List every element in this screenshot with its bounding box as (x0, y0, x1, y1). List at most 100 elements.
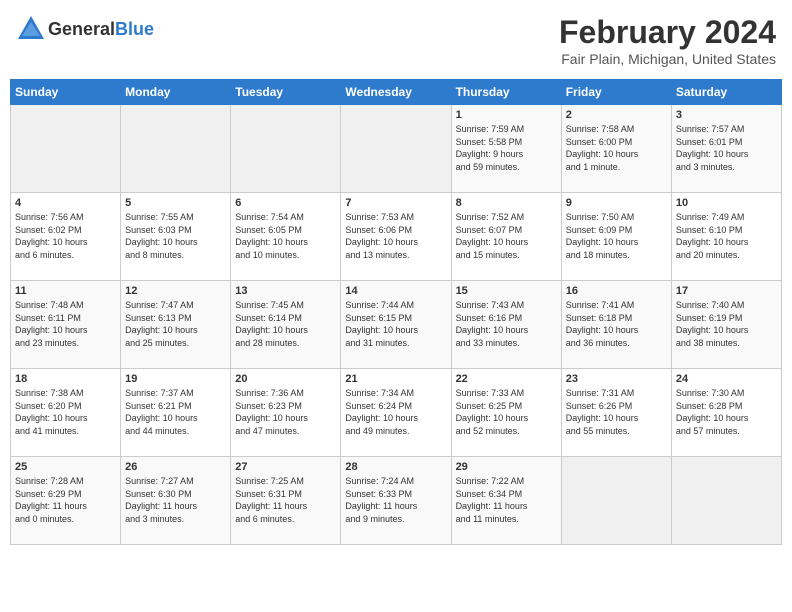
day-number: 21 (345, 373, 446, 385)
calendar-week-4: 18Sunrise: 7:38 AM Sunset: 6:20 PM Dayli… (11, 369, 782, 457)
day-number: 12 (125, 285, 226, 297)
header-cell-saturday: Saturday (671, 80, 781, 105)
day-number: 1 (456, 109, 557, 121)
calendar-cell: 4 Sunrise: 7:56 AM Sunset: 6:02 PM Daylig… (11, 193, 121, 281)
calendar-cell: 20 Sunrise: 7:36 AM Sunset: 6:23 PM Dayli… (231, 369, 341, 457)
calendar-cell: 16 Sunrise: 7:41 AM Sunset: 6:18 PM Dayli… (561, 281, 671, 369)
calendar-header: SundayMondayTuesdayWednesdayThursdayFrid… (11, 80, 782, 105)
calendar-cell: 27Sunrise: 7:25 AM Sunset: 6:31 PM Dayli… (231, 457, 341, 545)
title-block: February 2024 Fair Plain, Michigan, Unit… (559, 14, 776, 67)
day-number: 22 (456, 373, 557, 385)
day-info: Sunrise: 7:28 AM Sunset: 6:29 PM Dayligh… (15, 475, 116, 525)
day-info: Sunrise: 7:22 AM Sunset: 6:34 PM Dayligh… (456, 475, 557, 525)
day-info: Sunrise: 7:40 AM Sunset: 6:19 PM Dayligh… (676, 299, 777, 349)
day-number: 15 (456, 285, 557, 297)
calendar-cell: 29Sunrise: 7:22 AM Sunset: 6:34 PM Dayli… (451, 457, 561, 545)
calendar-cell (231, 105, 341, 193)
calendar-cell: 3 Sunrise: 7:57 AM Sunset: 6:01 PM Daylig… (671, 105, 781, 193)
day-number: 9 (566, 197, 667, 209)
calendar-cell: 7 Sunrise: 7:53 AM Sunset: 6:06 PM Daylig… (341, 193, 451, 281)
calendar-cell: 26 Sunrise: 7:27 AM Sunset: 6:30 PM Dayli… (121, 457, 231, 545)
day-number: 16 (566, 285, 667, 297)
day-number: 23 (566, 373, 667, 385)
logo-blue-text: Blue (115, 19, 154, 39)
day-number: 26 (125, 461, 226, 473)
day-info: Sunrise: 7:27 AM Sunset: 6:30 PM Dayligh… (125, 475, 226, 525)
calendar-cell: 17 Sunrise: 7:40 AM Sunset: 6:19 PM Dayli… (671, 281, 781, 369)
day-number: 11 (15, 285, 116, 297)
calendar-week-5: 25 Sunrise: 7:28 AM Sunset: 6:29 PM Dayli… (11, 457, 782, 545)
calendar-cell (121, 105, 231, 193)
month-title: February 2024 (559, 14, 776, 51)
calendar-cell: 21 Sunrise: 7:34 AM Sunset: 6:24 PM Dayli… (341, 369, 451, 457)
calendar-cell (11, 105, 121, 193)
day-number: 13 (235, 285, 336, 297)
calendar-cell: 28Sunrise: 7:24 AM Sunset: 6:33 PM Dayli… (341, 457, 451, 545)
day-info: Sunrise: 7:38 AM Sunset: 6:20 PM Dayligh… (15, 387, 116, 437)
day-number: 8 (456, 197, 557, 209)
day-info: Sunrise: 7:33 AM Sunset: 6:25 PM Dayligh… (456, 387, 557, 437)
calendar-cell: 24 Sunrise: 7:30 AM Sunset: 6:28 PM Dayli… (671, 369, 781, 457)
day-info: Sunrise: 7:44 AM Sunset: 6:15 PM Dayligh… (345, 299, 446, 349)
day-info: Sunrise: 7:50 AM Sunset: 6:09 PM Dayligh… (566, 211, 667, 261)
day-info: Sunrise: 7:41 AM Sunset: 6:18 PM Dayligh… (566, 299, 667, 349)
day-number: 6 (235, 197, 336, 209)
day-number: 20 (235, 373, 336, 385)
day-info: Sunrise: 7:34 AM Sunset: 6:24 PM Dayligh… (345, 387, 446, 437)
day-info: Sunrise: 7:43 AM Sunset: 6:16 PM Dayligh… (456, 299, 557, 349)
day-info: Sunrise: 7:53 AM Sunset: 6:06 PM Dayligh… (345, 211, 446, 261)
header-cell-friday: Friday (561, 80, 671, 105)
day-number: 5 (125, 197, 226, 209)
header-cell-wednesday: Wednesday (341, 80, 451, 105)
header-cell-monday: Monday (121, 80, 231, 105)
logo: GeneralBlue (16, 14, 154, 44)
calendar-cell: 22 Sunrise: 7:33 AM Sunset: 6:25 PM Dayli… (451, 369, 561, 457)
calendar-cell: 25 Sunrise: 7:28 AM Sunset: 6:29 PM Dayli… (11, 457, 121, 545)
day-info: Sunrise: 7:56 AM Sunset: 6:02 PM Dayligh… (15, 211, 116, 261)
day-info: Sunrise: 7:47 AM Sunset: 6:13 PM Dayligh… (125, 299, 226, 349)
page-header: GeneralBlue February 2024 Fair Plain, Mi… (10, 10, 782, 71)
calendar-cell: 14 Sunrise: 7:44 AM Sunset: 6:15 PM Dayli… (341, 281, 451, 369)
header-cell-thursday: Thursday (451, 80, 561, 105)
day-info: Sunrise: 7:31 AM Sunset: 6:26 PM Dayligh… (566, 387, 667, 437)
day-number: 24 (676, 373, 777, 385)
logo-general-text: General (48, 19, 115, 39)
calendar-cell: 6Sunrise: 7:54 AM Sunset: 6:05 PM Daylig… (231, 193, 341, 281)
day-number: 17 (676, 285, 777, 297)
calendar-cell: 10 Sunrise: 7:49 AM Sunset: 6:10 PM Dayli… (671, 193, 781, 281)
calendar-week-2: 4 Sunrise: 7:56 AM Sunset: 6:02 PM Daylig… (11, 193, 782, 281)
day-number: 14 (345, 285, 446, 297)
calendar-cell (561, 457, 671, 545)
day-number: 28 (345, 461, 446, 473)
calendar-cell (671, 457, 781, 545)
calendar-week-3: 11 Sunrise: 7:48 AM Sunset: 6:11 PM Dayli… (11, 281, 782, 369)
calendar-cell: 19Sunrise: 7:37 AM Sunset: 6:21 PM Dayli… (121, 369, 231, 457)
calendar-cell: 8 Sunrise: 7:52 AM Sunset: 6:07 PM Daylig… (451, 193, 561, 281)
day-info: Sunrise: 7:57 AM Sunset: 6:01 PM Dayligh… (676, 123, 777, 173)
location-title: Fair Plain, Michigan, United States (559, 51, 776, 67)
day-info: Sunrise: 7:45 AM Sunset: 6:14 PM Dayligh… (235, 299, 336, 349)
logo-icon (16, 14, 46, 44)
day-info: Sunrise: 7:30 AM Sunset: 6:28 PM Dayligh… (676, 387, 777, 437)
day-info: Sunrise: 7:49 AM Sunset: 6:10 PM Dayligh… (676, 211, 777, 261)
calendar-cell: 11 Sunrise: 7:48 AM Sunset: 6:11 PM Dayli… (11, 281, 121, 369)
day-info: Sunrise: 7:37 AM Sunset: 6:21 PM Dayligh… (125, 387, 226, 437)
calendar-week-1: 1Sunrise: 7:59 AM Sunset: 5:58 PM Daylig… (11, 105, 782, 193)
day-info: Sunrise: 7:36 AM Sunset: 6:23 PM Dayligh… (235, 387, 336, 437)
calendar-cell: 9 Sunrise: 7:50 AM Sunset: 6:09 PM Daylig… (561, 193, 671, 281)
calendar-cell: 15 Sunrise: 7:43 AM Sunset: 6:16 PM Dayli… (451, 281, 561, 369)
day-info: Sunrise: 7:52 AM Sunset: 6:07 PM Dayligh… (456, 211, 557, 261)
day-info: Sunrise: 7:25 AM Sunset: 6:31 PM Dayligh… (235, 475, 336, 525)
calendar-cell (341, 105, 451, 193)
day-number: 3 (676, 109, 777, 121)
day-number: 10 (676, 197, 777, 209)
day-number: 4 (15, 197, 116, 209)
calendar-cell: 23 Sunrise: 7:31 AM Sunset: 6:26 PM Dayli… (561, 369, 671, 457)
day-number: 25 (15, 461, 116, 473)
calendar-cell: 18Sunrise: 7:38 AM Sunset: 6:20 PM Dayli… (11, 369, 121, 457)
calendar-table: SundayMondayTuesdayWednesdayThursdayFrid… (10, 79, 782, 545)
day-info: Sunrise: 7:48 AM Sunset: 6:11 PM Dayligh… (15, 299, 116, 349)
header-cell-sunday: Sunday (11, 80, 121, 105)
calendar-body: 1Sunrise: 7:59 AM Sunset: 5:58 PM Daylig… (11, 105, 782, 545)
day-number: 7 (345, 197, 446, 209)
